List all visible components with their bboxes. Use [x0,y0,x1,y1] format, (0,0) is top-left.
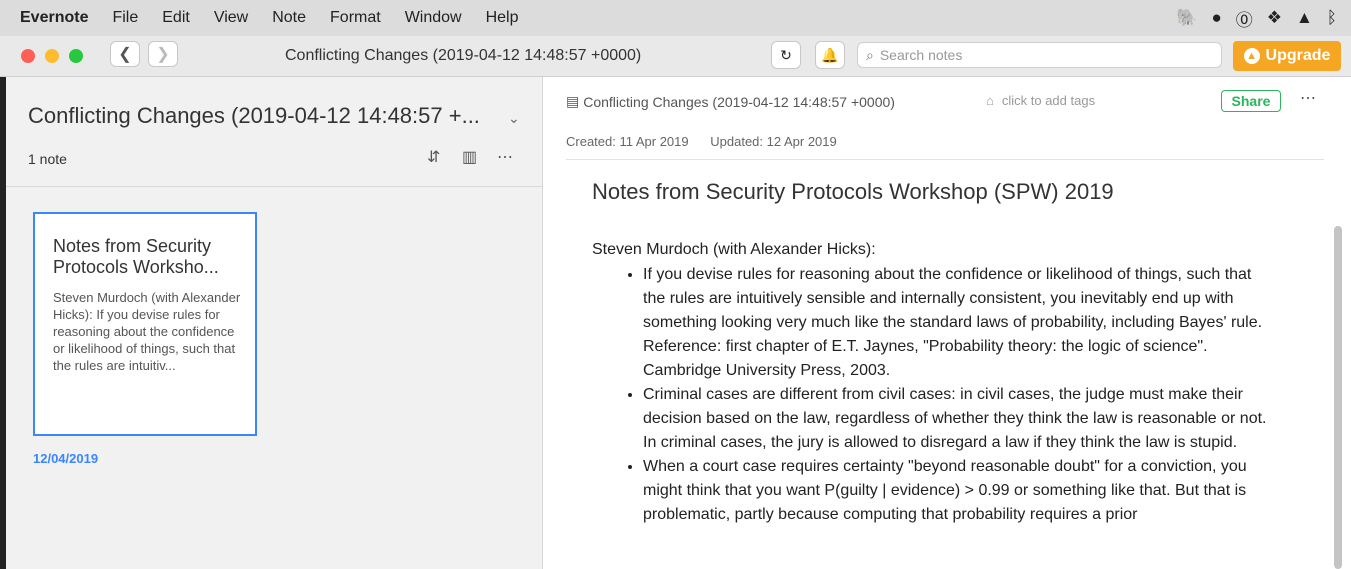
zoom-window-button[interactable] [69,49,83,63]
bluetooth-icon[interactable]: ᛒ [1327,8,1337,28]
more-options-icon[interactable]: ⋯ [497,147,513,167]
note-list-pane: Conflicting Changes (2019-04-12 14:48:57… [0,77,543,569]
upgrade-arrow-icon: ▲ [1243,48,1260,64]
note-editor: ▤ Conflicting Changes (2019-04-12 14:48:… [544,77,1351,569]
notifications-button[interactable]: 🔔 [815,41,845,69]
window-title: Conflicting Changes (2019-04-12 14:48:57… [285,47,642,64]
menu-window[interactable]: Window [405,9,462,27]
scrollbar[interactable] [1334,226,1342,569]
window-titlebar: ❮ ❯ Conflicting Changes (2019-04-12 14:4… [0,36,1351,77]
back-button[interactable]: ❮ [110,41,140,67]
status-icons: 🐘 ● ⓪ ❖ ▲ ᛒ [1176,0,1337,36]
upgrade-label: Upgrade [1265,47,1331,64]
list-item: If you devise rules for reasoning about … [643,263,1272,383]
tags-placeholder: click to add tags [1001,93,1096,108]
note-card-date: 12/04/2019 [33,451,99,466]
app-menu[interactable]: Evernote [20,9,88,27]
dark-mode-icon[interactable]: ● [1211,8,1221,28]
menu-file[interactable]: File [112,9,138,27]
more-icon[interactable]: ⋯ [1300,88,1316,108]
note-card-title: Notes from Security Protocols Worksho... [53,236,219,277]
share-button[interactable]: Share [1221,90,1281,112]
note-card-snippet: Steven Murdoch (with Alexander Hicks): I… [53,290,241,373]
list-item: Criminal cases are different from civil … [643,383,1272,455]
tags-field[interactable]: ⌂ click to add tags [986,93,1095,108]
chevron-down-icon[interactable]: ⌄ [508,110,520,127]
menu-note[interactable]: Note [272,9,306,27]
tag-icon: ⌂ [986,93,994,108]
forward-button[interactable]: ❯ [148,41,178,67]
evernote-elephant-icon[interactable]: 🐘 [1176,8,1197,28]
note-notebook-label: Conflicting Changes (2019-04-12 14:48:57… [583,93,895,110]
list-item: When a court case requires certainty "be… [643,455,1272,527]
chevron-right-icon: ❯ [156,46,170,63]
hat-icon[interactable]: ▲ [1296,8,1313,28]
sync-button[interactable]: ↻ [771,41,801,69]
note-lead: Steven Murdoch (with Alexander Hicks): [592,241,876,258]
note-meta: Created: 11 Apr 2019 Updated: 12 Apr 201… [566,134,855,149]
search-icon: ⌕ [866,46,874,63]
search-placeholder: Search notes [879,47,963,63]
bell-icon: 🔔 [821,46,839,63]
dropbox-icon[interactable]: ❖ [1267,8,1282,28]
menu-edit[interactable]: Edit [162,9,190,27]
menu-help[interactable]: Help [486,9,519,27]
menu-bar: Evernote File Edit View Note Format Wind… [0,0,1351,36]
note-notebook[interactable]: ▤ Conflicting Changes (2019-04-12 14:48:… [566,93,895,110]
upgrade-button[interactable]: ▲ Upgrade [1233,41,1341,71]
view-options-icon[interactable]: ▥ [462,147,477,167]
search-input[interactable]: ⌕ Search notes [857,42,1222,68]
sync-icon: ↻ [780,46,792,63]
notebook-icon: ▤ [566,93,580,109]
sort-icon[interactable]: ⇵ [427,147,440,167]
divider [566,159,1324,160]
onepassword-icon[interactable]: ⓪ [1236,6,1253,31]
close-window-button[interactable] [21,49,35,63]
minimize-window-button[interactable] [45,49,59,63]
window-edge [0,77,6,569]
note-bullet-list: If you devise rules for reasoning about … [592,263,1272,527]
note-body[interactable]: Notes from Security Protocols Workshop (… [592,179,1272,527]
divider [6,186,543,187]
note-title[interactable]: Notes from Security Protocols Workshop (… [592,179,1272,205]
created-date: Created: 11 Apr 2019 [566,134,689,149]
menu-view[interactable]: View [214,9,248,27]
notebook-title[interactable]: Conflicting Changes (2019-04-12 14:48:57… [28,103,480,129]
note-card[interactable]: Notes from Security Protocols Worksho...… [33,212,257,436]
note-count: 1 note [28,151,67,167]
updated-date: Updated: 12 Apr 2019 [710,134,837,149]
chevron-left-icon: ❮ [118,46,132,63]
menu-format[interactable]: Format [330,9,381,27]
